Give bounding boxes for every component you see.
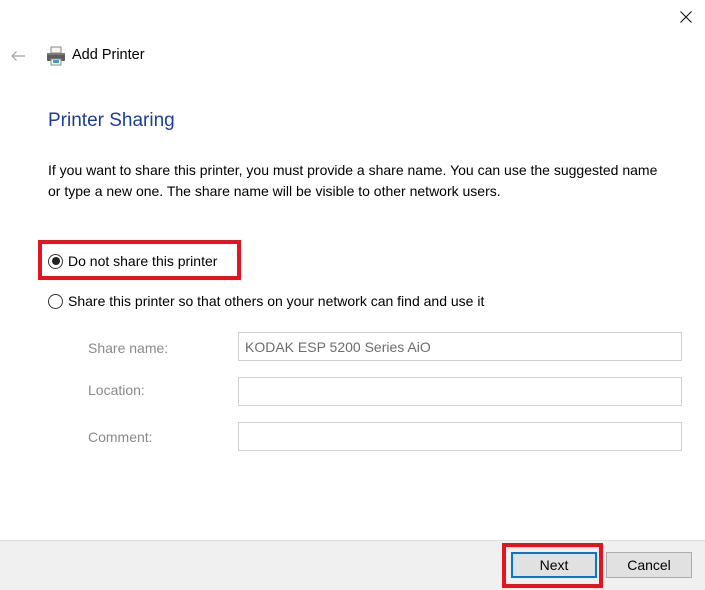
window-title: Add Printer: [72, 47, 145, 63]
radio-label: Do not share this printer: [68, 253, 218, 269]
radio-label: Share this printer so that others on you…: [68, 293, 485, 309]
comment-label: Comment:: [88, 429, 153, 445]
radio-button-selected[interactable]: [48, 253, 63, 269]
close-icon: [679, 11, 692, 23]
next-button[interactable]: Next: [511, 552, 597, 578]
page-heading: Printer Sharing: [48, 110, 175, 131]
location-label: Location:: [88, 382, 145, 398]
share-name-input[interactable]: [238, 332, 682, 361]
printer-icon: [47, 46, 65, 66]
location-input[interactable]: [238, 377, 682, 406]
cancel-button[interactable]: Cancel: [606, 552, 692, 578]
footer-bar: [0, 540, 705, 590]
radio-share-printer[interactable]: Share this printer so that others on you…: [48, 293, 484, 309]
share-name-label: Share name:: [88, 340, 169, 356]
close-button[interactable]: [666, 0, 705, 34]
comment-input[interactable]: [238, 422, 682, 451]
arrow-left-icon: [11, 51, 25, 61]
intro-text: If you want to share this printer, you m…: [48, 162, 658, 199]
radio-button-unselected[interactable]: [48, 293, 63, 309]
back-button[interactable]: [5, 44, 31, 68]
radio-do-not-share[interactable]: Do not share this printer: [48, 253, 217, 269]
